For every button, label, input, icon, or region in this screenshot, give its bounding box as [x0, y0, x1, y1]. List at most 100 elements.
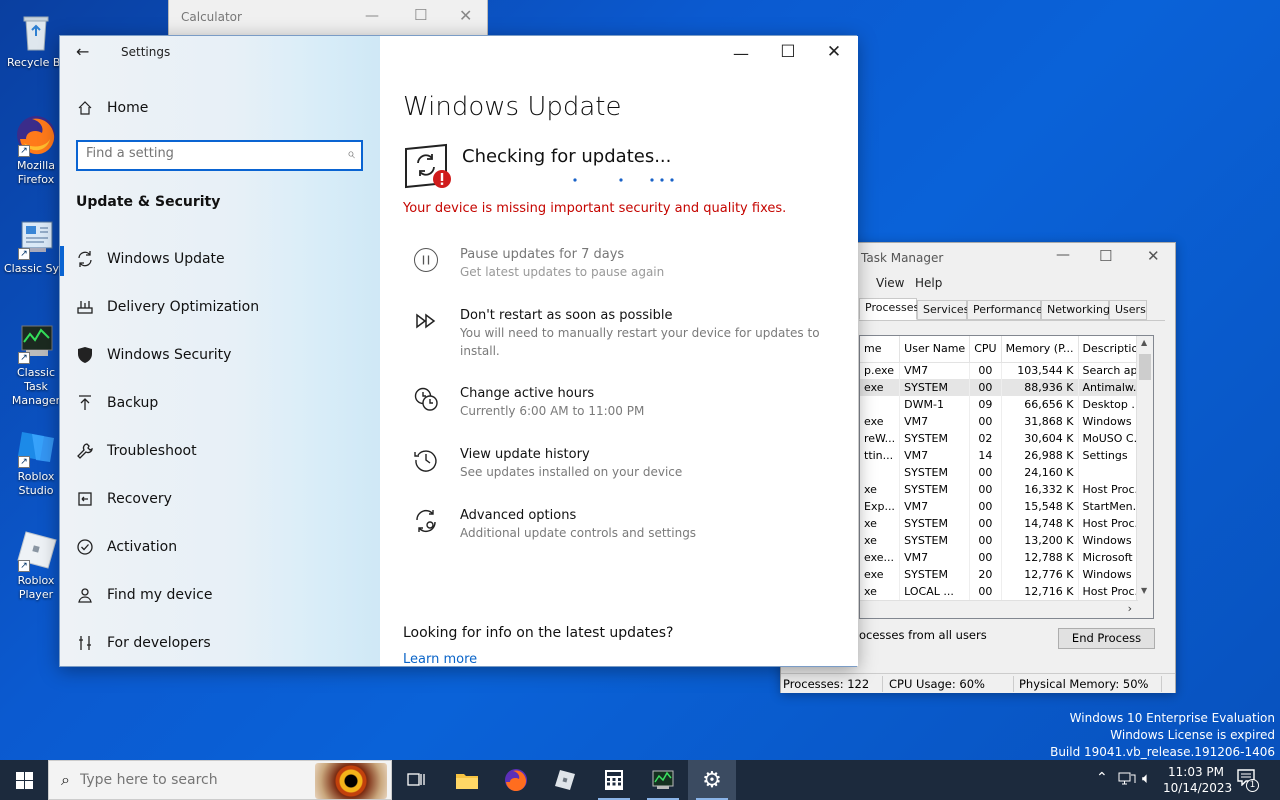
table-cell: 00: [969, 515, 1002, 532]
table-row[interactable]: DWM-1 09 66,656 K Desktop ...: [860, 396, 1153, 413]
table-row[interactable]: exe... VM7 00 12,788 K Microsoft ...: [860, 549, 1153, 566]
taskbar-search-box[interactable]: ⌕: [48, 760, 392, 800]
maximize-icon[interactable]: ☐: [414, 6, 427, 24]
close-icon[interactable]: ✕: [459, 6, 472, 25]
table-row[interactable]: xe SYSTEM 00 14,748 K Host Proc...: [860, 515, 1153, 532]
calculator-title: Calculator: [181, 10, 242, 24]
calculator-window[interactable]: Calculator — ☐ ✕: [168, 0, 488, 36]
minimize-icon[interactable]: —: [1056, 247, 1070, 263]
option-update-history[interactable]: View update history See updates installed…: [412, 446, 682, 481]
scrollbar-thumb[interactable]: [1139, 354, 1151, 380]
table-cell: 00: [969, 532, 1002, 549]
info-heading: Looking for info on the latest updates?: [403, 625, 674, 641]
table-cell: Exp...: [860, 498, 901, 515]
option-active-hours[interactable]: Change active hours Currently 6:00 AM to …: [412, 385, 644, 420]
menu-view[interactable]: View: [876, 276, 904, 290]
option-dont-restart[interactable]: Don't restart as soon as possible You wil…: [412, 307, 830, 360]
sidebar-item-backup[interactable]: Backup: [76, 394, 158, 412]
column-user-name[interactable]: User Name: [899, 336, 971, 363]
action-center-button[interactable]: 1: [1236, 768, 1260, 792]
start-button[interactable]: [0, 760, 48, 800]
table-row[interactable]: ttin... VM7 14 26,988 K Settings: [860, 447, 1153, 464]
table-row[interactable]: Exp... VM7 00 15,548 K StartMen...: [860, 498, 1153, 515]
scroll-right-icon[interactable]: ›: [1128, 602, 1132, 615]
scroll-down-icon[interactable]: ▼: [1141, 586, 1147, 595]
close-icon[interactable]: ✕: [819, 42, 849, 62]
vertical-scrollbar[interactable]: ▲ ▼: [1136, 336, 1153, 618]
table-row[interactable]: xe SYSTEM 00 16,332 K Host Proc...: [860, 481, 1153, 498]
volume-icon[interactable]: 🔈︎: [1142, 769, 1151, 787]
sidebar-item-find-my-device[interactable]: Find my device: [76, 586, 213, 604]
show-all-processes-label[interactable]: ocesses from all users: [859, 628, 987, 642]
search-input[interactable]: [86, 146, 326, 161]
table-cell: 14,748 K: [1001, 515, 1079, 532]
settings-window[interactable]: ← Settings Home ⌕ Update & Security Wind…: [59, 35, 858, 667]
minimize-icon[interactable]: —: [365, 8, 379, 24]
column-memory[interactable]: Memory (P...: [1001, 336, 1079, 363]
tab-processes[interactable]: Processes: [859, 298, 919, 320]
option-advanced[interactable]: Advanced options Additional update contro…: [412, 507, 696, 542]
end-process-button[interactable]: End Process: [1058, 628, 1155, 649]
sidebar-item-home[interactable]: Home: [76, 99, 148, 117]
option-title: Change active hours: [460, 386, 595, 401]
table-row[interactable]: xe SYSTEM 00 13,200 K Windows ...: [860, 532, 1153, 549]
table-cell: SYSTEM: [899, 566, 971, 583]
table-cell: VM7: [899, 413, 971, 430]
option-pause-updates[interactable]: Pause updates for 7 days Get latest updat…: [412, 246, 664, 281]
table-cell: 30,604 K: [1001, 430, 1079, 447]
chevron-up-icon[interactable]: ⌃: [1096, 770, 1108, 786]
column-cpu[interactable]: CPU: [969, 336, 1002, 363]
learn-more-link[interactable]: Learn more: [403, 652, 477, 667]
taskbar-task-manager[interactable]: [639, 760, 687, 800]
back-arrow-icon[interactable]: ←: [76, 42, 89, 61]
tab-performance[interactable]: Performance: [967, 300, 1043, 320]
close-icon[interactable]: ✕: [1147, 247, 1160, 265]
table-row[interactable]: exe SYSTEM 20 12,776 K Windows ...: [860, 566, 1153, 583]
scroll-up-icon[interactable]: ▲: [1141, 338, 1147, 347]
sidebar-item-activation[interactable]: Activation: [76, 538, 177, 556]
table-row[interactable]: exe SYSTEM 00 88,936 K Antimalw...: [860, 379, 1153, 396]
tab-networking[interactable]: Networking: [1041, 300, 1110, 320]
table-cell: 14: [969, 447, 1002, 464]
taskbar-firefox[interactable]: [492, 760, 540, 800]
table-row[interactable]: reW... SYSTEM 02 30,604 K MoUSO C...: [860, 430, 1153, 447]
update-status-icon: [402, 141, 454, 189]
sidebar-item-troubleshoot[interactable]: Troubleshoot: [76, 442, 197, 460]
menu-help[interactable]: Help: [915, 276, 942, 290]
maximize-icon[interactable]: ☐: [1099, 247, 1112, 265]
table-row[interactable]: xe LOCAL ... 00 12,716 K Host Proc...: [860, 583, 1153, 600]
sidebar-item-windows-update[interactable]: Windows Update: [76, 250, 225, 268]
task-view-button[interactable]: [392, 760, 440, 800]
table-cell: 24,160 K: [1001, 464, 1079, 481]
minimize-icon[interactable]: —: [726, 44, 756, 63]
sidebar-item-for-developers[interactable]: For developers: [76, 634, 211, 652]
process-list[interactable]: me User Name CPU Memory (P... Descriptio…: [859, 335, 1154, 619]
table-row[interactable]: SYSTEM 00 24,160 K: [860, 464, 1153, 481]
taskbar-settings[interactable]: ⚙: [688, 760, 736, 800]
table-row[interactable]: exe VM7 00 31,868 K Windows ...: [860, 413, 1153, 430]
table-cell: 26,988 K: [1001, 447, 1079, 464]
taskbar-file-explorer[interactable]: [443, 760, 491, 800]
page-title: Windows Update: [403, 92, 622, 122]
table-cell: SYSTEM: [899, 430, 971, 447]
tab-users[interactable]: Users: [1109, 300, 1147, 320]
taskbar-roblox[interactable]: [541, 760, 589, 800]
shortcut-arrow-icon: ↗: [18, 560, 30, 572]
sidebar-item-label: Find my device: [107, 587, 213, 603]
sidebar-item-delivery-optimization[interactable]: Delivery Optimization: [76, 298, 259, 316]
column-image-name[interactable]: me: [860, 336, 901, 363]
taskbar-calculator[interactable]: [590, 760, 638, 800]
table-cell: 12,716 K: [1001, 583, 1079, 600]
table-cell: 00: [969, 498, 1002, 515]
taskbar-search-input[interactable]: [79, 772, 280, 788]
horizontal-scrollbar[interactable]: ›: [860, 600, 1138, 618]
sidebar-item-windows-security[interactable]: Windows Security: [76, 346, 231, 364]
search-box[interactable]: ⌕: [76, 140, 363, 171]
maximize-icon[interactable]: ☐: [773, 42, 803, 62]
task-manager-title: Task Manager: [861, 251, 944, 265]
network-icon[interactable]: [1118, 770, 1136, 790]
tab-services[interactable]: Services: [917, 300, 969, 320]
sidebar-item-recovery[interactable]: Recovery: [76, 490, 172, 508]
clock[interactable]: 11:03 PM 10/14/2023: [1163, 764, 1232, 796]
table-row[interactable]: p.exe VM7 00 103,544 K Search ap...: [860, 362, 1153, 379]
